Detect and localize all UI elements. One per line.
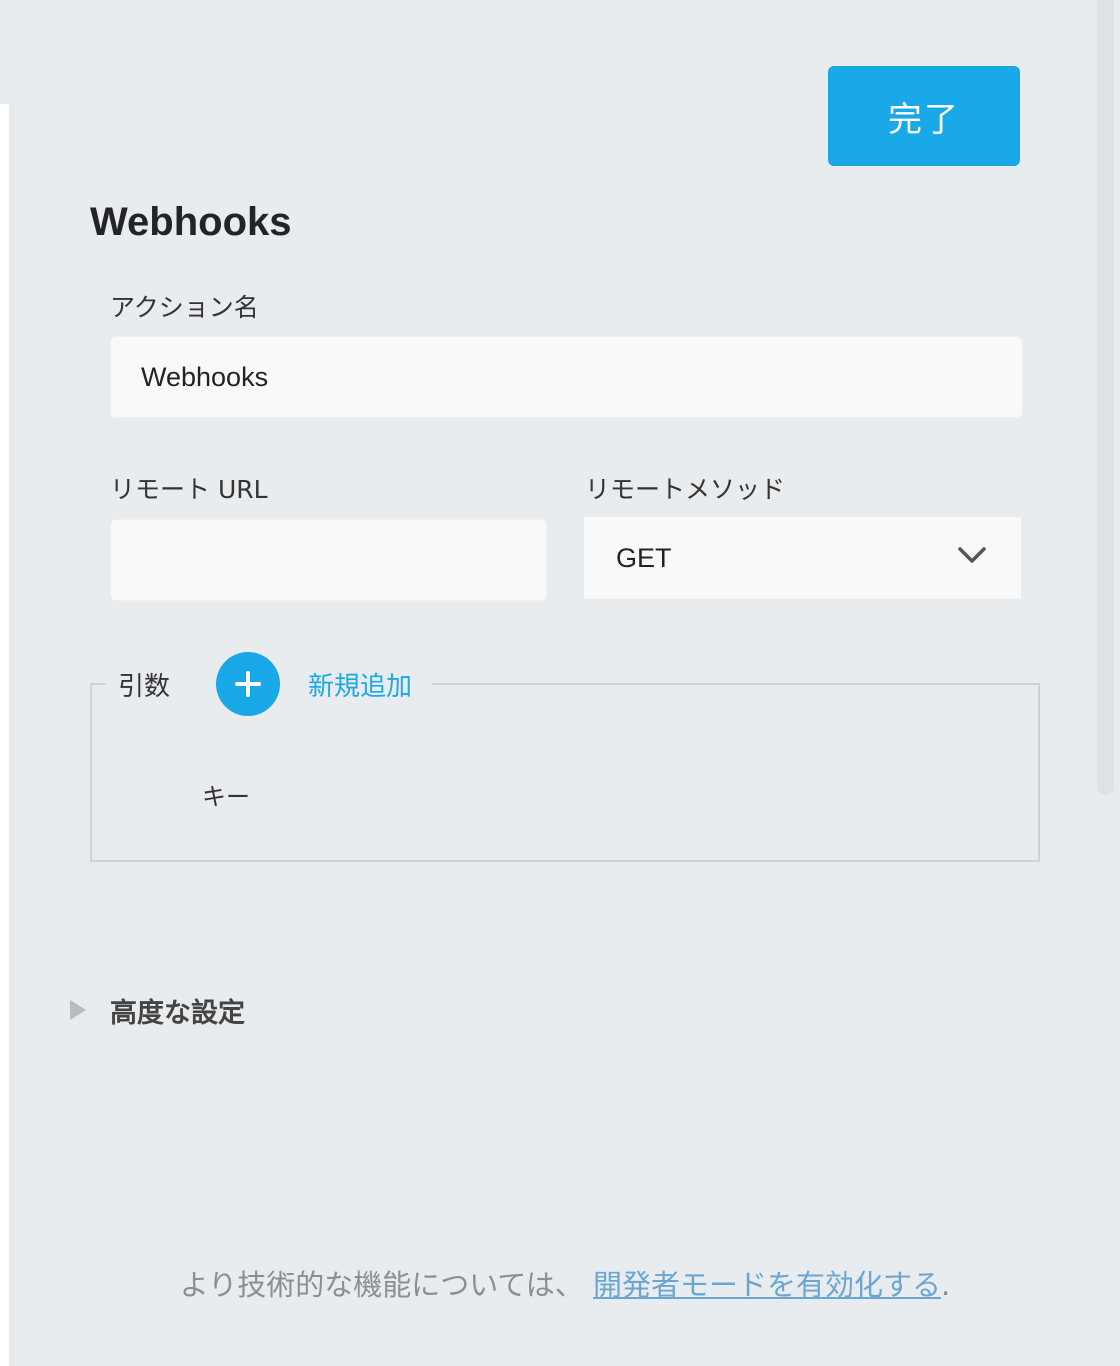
scrollbar-thumb[interactable] bbox=[1099, 0, 1112, 793]
footer-text: より技術的な機能については、 bbox=[179, 1268, 593, 1302]
remote-method-label: リモートメソッド bbox=[585, 475, 786, 504]
action-name-label: アクション名 bbox=[110, 293, 259, 322]
key-column-header: キー bbox=[202, 783, 250, 811]
add-argument-button[interactable] bbox=[216, 652, 280, 716]
action-name-input[interactable] bbox=[110, 336, 1023, 418]
enable-developer-mode-link[interactable]: 開発者モードを有効化する bbox=[593, 1268, 941, 1302]
advanced-settings-toggle[interactable]: 高度な設定 bbox=[66, 990, 245, 1030]
footer-suffix: . bbox=[941, 1268, 951, 1302]
add-new-link[interactable]: 新規追加 bbox=[308, 666, 412, 703]
left-panel-edge bbox=[0, 104, 9, 1366]
remote-method-select[interactable]: GET bbox=[584, 517, 1021, 599]
triangle-right-icon bbox=[70, 1000, 86, 1020]
remote-method-value: GET bbox=[616, 542, 672, 573]
page-title: Webhooks bbox=[90, 200, 292, 244]
arguments-label: 引数 bbox=[118, 672, 171, 702]
chevron-down-icon bbox=[958, 547, 986, 563]
plus-icon bbox=[235, 671, 261, 697]
footer-note: より技術的な機能については、 開発者モードを有効化する. bbox=[0, 1262, 1120, 1304]
remote-url-label: リモート URL bbox=[110, 475, 268, 504]
advanced-settings-label: 高度な設定 bbox=[110, 997, 245, 1029]
remote-url-input[interactable] bbox=[110, 519, 547, 601]
done-button[interactable]: 完了 bbox=[828, 66, 1020, 166]
